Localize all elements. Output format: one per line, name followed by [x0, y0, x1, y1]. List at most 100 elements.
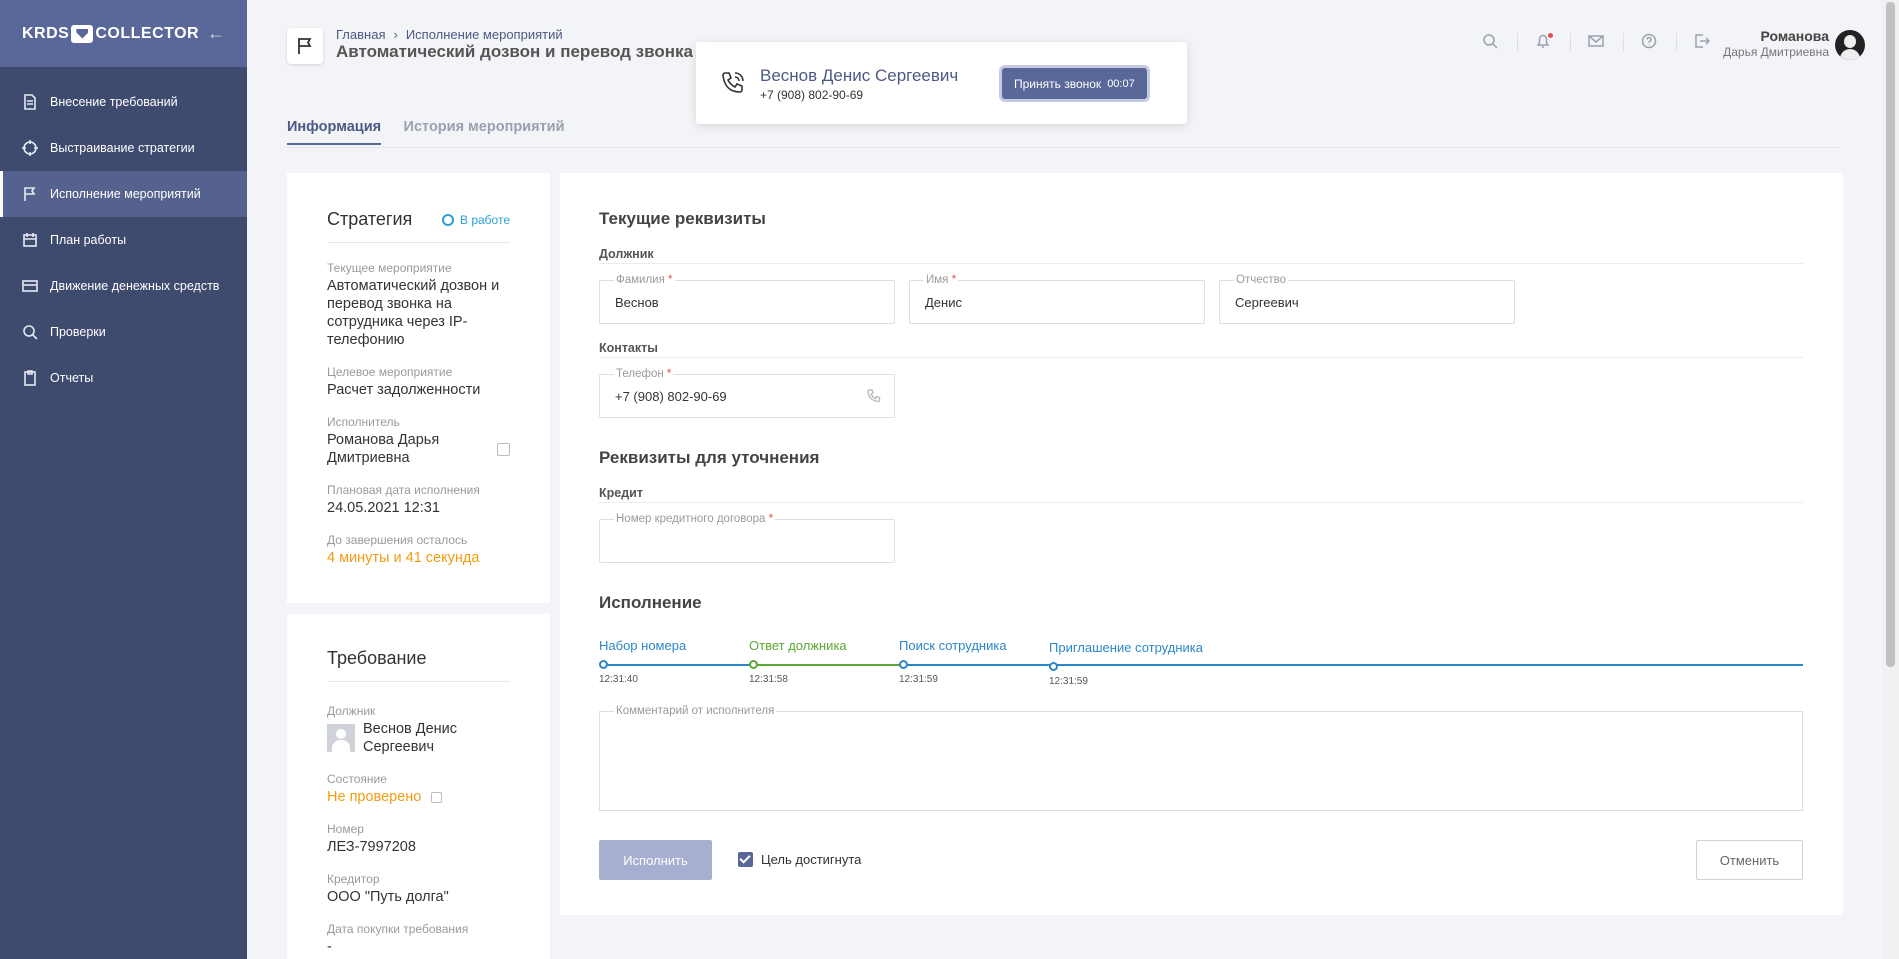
collapse-sidebar-icon[interactable]: ← — [207, 23, 225, 44]
current-details-title: Текущие реквизиты — [599, 209, 766, 228]
debtor-subtitle: Должник — [599, 247, 654, 261]
sidebar-item-requirements[interactable]: Внесение требований — [0, 79, 247, 125]
field-value: Денис — [925, 295, 962, 310]
field-label: До завершения осталось — [327, 533, 468, 547]
field-value: Не проверено — [327, 789, 422, 805]
accept-call-button[interactable]: Принять звонок 00:07 — [1002, 68, 1147, 99]
step-name: Приглашение сотрудника — [1049, 640, 1203, 655]
field-label: Кредитор — [327, 872, 380, 886]
field-label: Отчество — [1234, 274, 1288, 286]
creditor: Кредитор ООО "Путь долга" — [327, 872, 510, 906]
target-icon — [22, 140, 38, 156]
execution-title: Исполнение — [599, 593, 702, 612]
time-remaining: До завершения осталось 4 минуты и 41 сек… — [327, 533, 510, 567]
divider — [1517, 33, 1518, 51]
field-value: ООО "Путь долга" — [327, 889, 449, 905]
app-logo[interactable]: KRDS COLLECTOR — [22, 24, 200, 43]
tabs: Информация История мероприятий — [287, 118, 1839, 148]
user-info[interactable]: Романова Дарья Дмитриевна — [1723, 28, 1829, 59]
sidebar-item-strategy[interactable]: Выстраивание стратегии — [0, 125, 247, 171]
bell-icon[interactable] — [1535, 33, 1553, 51]
incoming-call-popup: Веснов Денис Сергеевич +7 (908) 802-90-6… — [696, 42, 1187, 124]
field-value: Веснов — [615, 295, 659, 310]
sidebar-item-label: Внесение требований — [50, 95, 178, 109]
surname-field[interactable]: Фамилия * Веснов — [599, 274, 895, 324]
timeline-step: Ответ должника 12:31:58 — [749, 638, 847, 685]
field-value: +7 (908) 802-90-69 — [615, 389, 727, 404]
divider — [599, 357, 1803, 358]
document-icon — [24, 94, 36, 110]
cancel-button[interactable]: Отменить — [1696, 840, 1803, 880]
user-name: Дарья Дмитриевна — [1723, 45, 1829, 59]
name-field[interactable]: Имя * Денис — [909, 274, 1205, 324]
card-icon — [22, 280, 38, 292]
field-value: Автоматический дозвон и перевод звонка н… — [327, 278, 500, 348]
search-icon — [23, 325, 38, 340]
requirement-card-header: Требование — [327, 648, 510, 682]
contacts-subtitle: Контакты — [599, 341, 658, 355]
field-label: Должник — [327, 704, 376, 718]
field-label: Дата покупки требования — [327, 922, 469, 936]
breadcrumb-current[interactable]: Исполнение мероприятий — [406, 27, 563, 42]
breadcrumb-separator-icon: › — [393, 27, 398, 42]
phone-icon — [720, 70, 746, 96]
field-value: Романова Дарья Дмитриевна — [327, 432, 440, 466]
checkbox-checked-icon[interactable] — [738, 852, 753, 867]
logo-text-right: COLLECTOR — [95, 24, 200, 42]
phone-icon[interactable] — [866, 388, 882, 404]
sidebar-item-execution[interactable]: Исполнение мероприятий — [0, 171, 247, 217]
timeline-dot — [1049, 662, 1058, 671]
sidebar-header: KRDS COLLECTOR ← — [0, 0, 247, 67]
sidebar-item-workplan[interactable]: План работы — [0, 217, 247, 263]
logout-icon[interactable] — [1694, 33, 1712, 51]
tab-history[interactable]: История мероприятий — [404, 119, 565, 143]
caller-phone: +7 (908) 802-90-69 — [760, 88, 864, 102]
sidebar-item-reports[interactable]: Отчеты — [0, 355, 247, 401]
scrollbar-thumb[interactable] — [1886, 2, 1895, 667]
sidebar-item-cashflow[interactable]: Движение денежных средств — [0, 263, 247, 309]
goal-achieved-checkbox[interactable]: Цель достигнута — [738, 852, 861, 867]
sidebar: KRDS COLLECTOR ← Внесение требований Выс… — [0, 0, 247, 959]
user-surname: Романова — [1760, 28, 1829, 44]
help-icon[interactable] — [1641, 33, 1659, 51]
purchase-date: Дата покупки требования - — [327, 922, 510, 956]
divider — [599, 263, 1803, 264]
accept-call-label: Принять звонок — [1014, 76, 1102, 91]
strategy-card-header: Стратегия В работе — [327, 209, 510, 243]
tab-information[interactable]: Информация — [287, 119, 382, 145]
field-label: Номер — [327, 822, 364, 836]
strategy-title: Стратегия — [327, 209, 413, 229]
field-label: Телефон * — [614, 368, 674, 380]
sidebar-item-label: Исполнение мероприятий — [50, 187, 201, 201]
field-label: Исполнитель — [327, 415, 400, 429]
avatar[interactable] — [1835, 30, 1865, 60]
caller-name: Веснов Денис Сергеевич — [760, 66, 959, 85]
current-activity: Текущее мероприятие Автоматический дозво… — [327, 261, 510, 349]
sidebar-item-label: Проверки — [50, 325, 106, 339]
field-label: Состояние — [327, 772, 387, 786]
number: Номер ЛЕЗ-7997208 — [327, 822, 510, 856]
comment-textarea[interactable]: Комментарий от исполнителя — [599, 705, 1803, 811]
page-flag-icon — [287, 28, 323, 64]
contract-number-field[interactable]: Номер кредитного договора * — [599, 513, 895, 563]
check-edit-icon[interactable] — [431, 791, 443, 803]
step-name: Ответ должника — [749, 638, 847, 653]
scrollbar[interactable] — [1882, 0, 1899, 959]
mail-icon[interactable] — [1588, 33, 1606, 51]
breadcrumb-home[interactable]: Главная — [336, 27, 385, 42]
requirement-card: Требование Должник Веснов Денис Сергееви… — [287, 614, 550, 959]
field-value[interactable]: Веснов Денис Сергеевич — [363, 720, 473, 756]
field-value: 4 минуты и 41 секунда — [327, 550, 480, 566]
sidebar-item-label: Отчеты — [50, 371, 94, 385]
divider — [1570, 33, 1571, 51]
sidebar-item-label: План работы — [50, 233, 127, 247]
divider — [1676, 33, 1677, 51]
requirement-title: Требование — [327, 648, 427, 668]
patronymic-field[interactable]: Отчество Сергеевич — [1219, 274, 1515, 324]
phone-field[interactable]: Телефон * +7 (908) 802-90-69 — [599, 368, 895, 418]
edit-icon[interactable] — [497, 442, 510, 456]
sidebar-item-checks[interactable]: Проверки — [0, 309, 247, 355]
field-value: Расчет задолженности — [327, 382, 481, 398]
search-icon[interactable] — [1482, 33, 1500, 51]
execute-button[interactable]: Исполнить — [599, 840, 712, 880]
